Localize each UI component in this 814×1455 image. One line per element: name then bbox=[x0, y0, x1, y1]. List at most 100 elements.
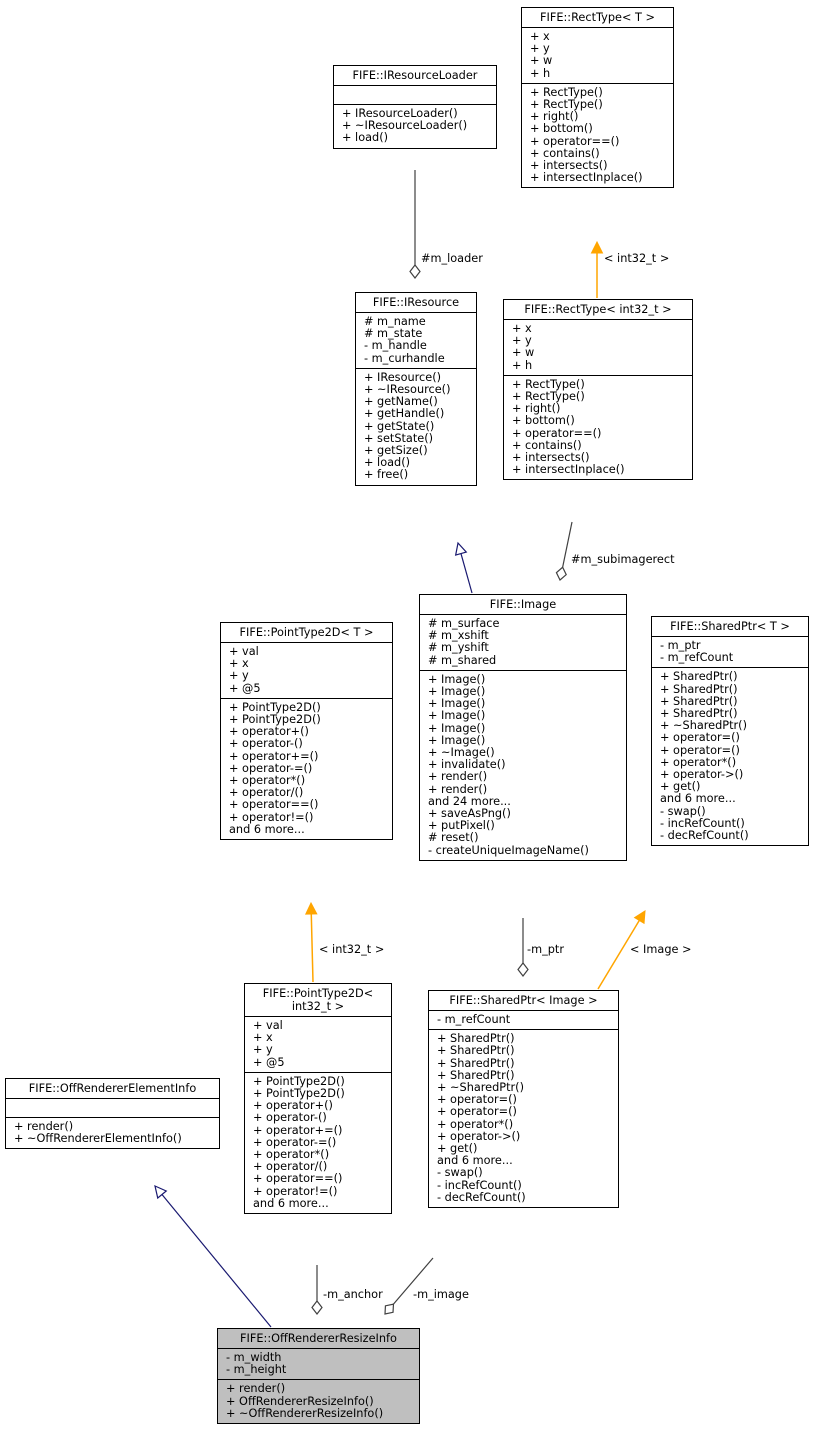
method-item: + bottom() bbox=[530, 122, 593, 136]
method-item: + operator=() bbox=[660, 743, 740, 757]
method-item: + operator-() bbox=[229, 737, 303, 751]
attribute-item: + x bbox=[229, 657, 249, 671]
method-item: + operator+=() bbox=[253, 1123, 343, 1137]
attribute-item: + h bbox=[512, 358, 533, 372]
class-title: FIFE::IResource bbox=[356, 293, 476, 313]
class-title: FIFE::OffRendererElementInfo bbox=[6, 1079, 219, 1099]
class-node-pointtype2d-t[interactable]: FIFE::PointType2D< T > + val + x + y + @5 + P… bbox=[220, 622, 393, 841]
method-item: + operator==() bbox=[253, 1172, 343, 1186]
class-attributes: # m_name # m_state - m_handle - m_curhandle bbox=[356, 313, 476, 369]
method-item: + Image() bbox=[428, 721, 486, 735]
class-node-pointtype2d-int32[interactable]: FIFE::PointType2D< int32_t > + val + x + y +… bbox=[244, 983, 392, 1215]
method-item: + SharedPtr() bbox=[660, 670, 738, 684]
class-methods: + PointType2D() + PointType2D() + operator… bbox=[221, 699, 392, 839]
class-node-recttype-int32[interactable]: FIFE::RectType< int32_t > + x + y + w + h + R… bbox=[503, 299, 693, 481]
method-item: + SharedPtr() bbox=[437, 1056, 515, 1070]
class-methods: + render() + OffRendererResizeInfo() + ~Of… bbox=[218, 1380, 419, 1423]
inheritance-triangle-icon bbox=[454, 541, 468, 556]
method-item: + operator+=() bbox=[229, 749, 319, 763]
class-node-image[interactable]: FIFE::Image # m_surface # m_xshift # m_yshi… bbox=[419, 594, 627, 861]
method-item: + operator==() bbox=[229, 798, 319, 812]
class-title: FIFE::OffRendererResizeInfo bbox=[218, 1329, 419, 1349]
method-item: - decRefCount() bbox=[660, 829, 749, 843]
class-title: FIFE::SharedPtr< Image > bbox=[429, 991, 618, 1011]
class-attributes bbox=[334, 86, 496, 105]
edge-inheritance-image-to-iresource bbox=[454, 541, 473, 594]
method-item: + operator==() bbox=[512, 426, 602, 440]
class-node-iresource[interactable]: FIFE::IResource # m_name # m_state - m_hand… bbox=[355, 292, 477, 486]
class-methods: + RectType() + RectType() + right() + botto… bbox=[522, 84, 673, 188]
attribute-item: + @5 bbox=[253, 1055, 285, 1069]
class-title: FIFE::SharedPtr< T > bbox=[652, 617, 808, 637]
class-methods: + IResourceLoader() + ~IResourceLoader() +… bbox=[334, 105, 496, 148]
attribute-item: + w bbox=[530, 54, 553, 68]
class-attributes bbox=[6, 1099, 219, 1118]
method-item: + OffRendererResizeInfo() bbox=[226, 1394, 374, 1408]
arrowhead-icon bbox=[633, 910, 646, 925]
attribute-item: + y bbox=[229, 669, 249, 683]
aggregation-diamond-icon bbox=[384, 1303, 395, 1315]
attribute-item: - m_handle bbox=[364, 339, 427, 353]
attribute-item: - m_height bbox=[226, 1363, 287, 1377]
arrowhead-icon bbox=[590, 240, 604, 254]
method-item: - decRefCount() bbox=[437, 1190, 526, 1204]
attribute-item: + @5 bbox=[229, 681, 261, 695]
edge-label-m-image: -m_image bbox=[413, 1288, 469, 1301]
edge-label-recttype-template: < int32_t > bbox=[604, 252, 670, 265]
method-item: - swap() bbox=[660, 804, 706, 818]
class-title: FIFE::PointType2D< int32_t > bbox=[245, 984, 391, 1017]
class-attributes: + x + y + w + h bbox=[522, 28, 673, 84]
method-item: and 6 more... bbox=[253, 1196, 329, 1210]
edge-aggregation-offrendererresizeinfo-to-pointtype2d_int32 bbox=[311, 1265, 323, 1315]
attribute-item: - m_refCount bbox=[660, 651, 734, 665]
method-item: + SharedPtr() bbox=[437, 1044, 515, 1058]
class-title: FIFE::IResourceLoader bbox=[334, 66, 496, 86]
class-node-recttype-t[interactable]: FIFE::RectType< T > + x + y + w + h + RectTyp… bbox=[521, 7, 674, 189]
inheritance-triangle-icon bbox=[154, 1184, 168, 1200]
method-item: - createUniqueImageName() bbox=[428, 843, 589, 857]
class-node-offrendererelementinfo[interactable]: FIFE::OffRendererElementInfo + render() + … bbox=[5, 1078, 220, 1150]
method-item: + operator-() bbox=[253, 1111, 327, 1125]
method-item: + getState() bbox=[364, 419, 435, 433]
method-item: - incRefCount() bbox=[437, 1178, 522, 1192]
attribute-item: + val bbox=[229, 645, 259, 658]
class-attributes: - m_width - m_height bbox=[218, 1349, 419, 1381]
method-item: + bottom() bbox=[512, 414, 575, 428]
method-item: + ~OffRendererResizeInfo() bbox=[226, 1406, 384, 1420]
class-node-offrendererresizeinfo[interactable]: FIFE::OffRendererResizeInfo - m_width - m_… bbox=[217, 1328, 420, 1425]
class-node-iresourceloader[interactable]: FIFE::IResourceLoader+ IResourceLoader()… bbox=[333, 65, 497, 149]
method-item: + SharedPtr() bbox=[660, 682, 738, 696]
edge-label-m-loader: #m_loader bbox=[421, 252, 483, 265]
method-item: + operator==() bbox=[530, 134, 620, 148]
attribute-item: - m_curhandle bbox=[364, 351, 445, 365]
method-item: - swap() bbox=[437, 1166, 483, 1180]
class-title: FIFE::RectType< T > bbox=[522, 8, 673, 28]
attribute-item: # m_shared bbox=[428, 653, 497, 667]
attribute-item: - m_refCount bbox=[437, 1013, 511, 1026]
edge-aggregation-iresource-to-iresourceloader bbox=[409, 170, 421, 279]
method-item: + render() bbox=[428, 782, 488, 796]
edge-template-recttype_int32-to-recttype_t bbox=[590, 240, 604, 298]
class-methods: + RectType() + RectType() + right() + botto… bbox=[504, 376, 692, 480]
edge-label-m-ptr: -m_ptr bbox=[527, 943, 564, 956]
arrowhead-icon bbox=[304, 901, 318, 915]
class-methods: + Image() + Image() + Image() + Image() + Im… bbox=[420, 671, 626, 860]
method-item: + intersectInplace() bbox=[530, 171, 643, 185]
method-item: + load() bbox=[342, 131, 389, 145]
edge-aggregation-offrendererresizeinfo-to-sharedptr_image bbox=[384, 1257, 434, 1315]
class-node-sharedptr-image[interactable]: FIFE::SharedPtr< Image >- m_refCount+ Sh… bbox=[428, 990, 619, 1209]
attribute-item: + x bbox=[512, 322, 532, 335]
method-item: and 6 more... bbox=[660, 792, 736, 806]
class-node-sharedptr-t[interactable]: FIFE::SharedPtr< T > - m_ptr - m_refCount +… bbox=[651, 616, 809, 847]
edge-label-m-anchor: -m_anchor bbox=[323, 1288, 383, 1301]
attribute-item: # m_yshift bbox=[428, 641, 489, 655]
class-attributes: + val + x + y + @5 bbox=[245, 1017, 391, 1073]
class-title: FIFE::Image bbox=[420, 595, 626, 615]
class-attributes: # m_surface # m_xshift # m_yshift # m_share… bbox=[420, 615, 626, 671]
aggregation-diamond-icon bbox=[555, 566, 567, 581]
attribute-item: + y bbox=[253, 1043, 273, 1057]
method-item: + free() bbox=[364, 468, 409, 482]
class-attributes: + x + y + w + h bbox=[504, 320, 692, 376]
aggregation-diamond-icon bbox=[517, 962, 529, 977]
method-item: # reset() bbox=[428, 831, 479, 845]
